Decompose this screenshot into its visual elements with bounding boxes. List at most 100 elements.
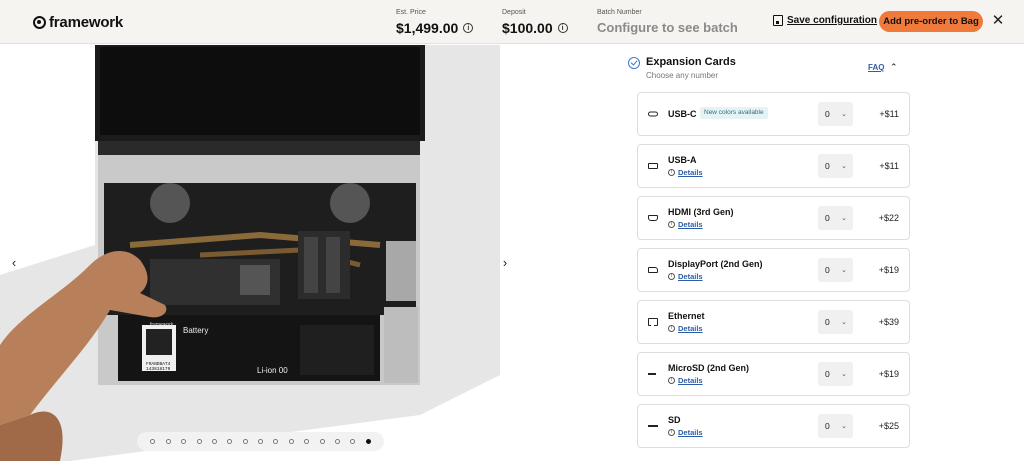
deposit-label: Deposit: [502, 9, 526, 16]
gallery-dot[interactable]: [211, 439, 217, 444]
top-bar: framework Est. Price $1,499.00 i Deposit…: [0, 0, 1024, 44]
gallery-next-arrow-icon[interactable]: ›: [499, 255, 511, 270]
details-link[interactable]: i Details: [668, 220, 703, 229]
details-link[interactable]: i Details: [668, 324, 703, 333]
details-label: Details: [678, 220, 703, 229]
gallery-dot[interactable]: [165, 439, 171, 444]
chevron-down-icon: ⌄: [841, 267, 847, 274]
details-link[interactable]: i Details: [668, 376, 703, 385]
quantity-select[interactable]: 0 ⌄: [818, 102, 853, 126]
card-price: +$19: [878, 265, 899, 275]
est-price-label: Est. Price: [396, 9, 426, 16]
card-price: +$22: [878, 213, 899, 223]
card-price: +$39: [878, 317, 899, 327]
expansion-card-row[interactable]: USB-A i Details 0 ⌄ +$11: [637, 144, 910, 188]
card-price: +$25: [878, 421, 899, 431]
card-name: MicroSD (2nd Gen): [668, 363, 750, 373]
expansion-card-row[interactable]: SD i Details 0 ⌄ +$25: [637, 404, 910, 448]
info-icon: i: [668, 221, 675, 228]
deposit: Deposit $100.00 i: [502, 9, 568, 36]
framework-logo[interactable]: framework: [33, 13, 123, 31]
battery-number-text: 143818170: [146, 366, 171, 372]
quantity-value: 0: [825, 109, 830, 119]
expansion-card-row[interactable]: Ethernet i Details 0 ⌄ +$39: [637, 300, 910, 344]
chevron-down-icon: ⌄: [841, 163, 847, 170]
close-icon[interactable]: ✕: [991, 13, 1005, 28]
check-circle-icon: [628, 57, 640, 69]
microsd-icon: [648, 373, 656, 375]
gallery-dot[interactable]: [350, 439, 356, 444]
quantity-value: 0: [825, 161, 830, 171]
gallery-dot[interactable]: [334, 439, 340, 444]
save-configuration-button[interactable]: Save configuration: [773, 15, 877, 26]
quantity-value: 0: [825, 317, 830, 327]
gallery-dot[interactable]: [258, 439, 263, 444]
quantity-value: 0: [825, 369, 830, 379]
card-name: Ethernet: [668, 311, 705, 321]
info-icon: i: [668, 325, 675, 332]
details-label: Details: [678, 428, 703, 437]
details-label: Details: [678, 272, 703, 281]
card-name: USB-C: [668, 109, 697, 119]
hdmi-icon: [648, 215, 658, 221]
details-label: Details: [678, 168, 703, 177]
info-icon: i: [668, 377, 675, 384]
gallery-dot[interactable]: [319, 439, 325, 444]
gallery-prev-arrow-icon[interactable]: ‹: [8, 255, 20, 270]
details-link[interactable]: i Details: [668, 428, 703, 437]
gallery-dot[interactable]: [181, 439, 187, 444]
gallery-dot[interactable]: [273, 439, 279, 444]
est-price-info-icon[interactable]: i: [463, 23, 474, 33]
gallery-dot[interactable]: [242, 439, 248, 444]
est-price-value: $1,499.00: [396, 20, 459, 36]
quantity-select[interactable]: 0 ⌄: [818, 258, 853, 282]
details-link[interactable]: i Details: [668, 168, 703, 177]
chevron-up-icon[interactable]: ⌃: [890, 62, 898, 73]
batch-number: Batch Number Configure to see batch: [597, 9, 738, 35]
ethernet-icon: [648, 318, 658, 326]
expansion-card-row[interactable]: DisplayPort (2nd Gen) i Details 0 ⌄ +$19: [637, 248, 910, 292]
card-name: DisplayPort (2nd Gen): [668, 259, 763, 269]
gallery-dot[interactable]: [196, 439, 202, 444]
chevron-down-icon: ⌄: [841, 371, 847, 378]
card-price: +$11: [879, 109, 899, 119]
expansion-card-row[interactable]: USB-C New colors available 0 ⌄ +$11: [637, 92, 910, 136]
card-price: +$11: [879, 161, 899, 171]
quantity-select[interactable]: 0 ⌄: [818, 154, 853, 178]
quantity-select[interactable]: 0 ⌄: [818, 414, 853, 438]
deposit-value: $100.00: [502, 20, 553, 36]
chevron-down-icon: ⌄: [841, 423, 847, 430]
quantity-select[interactable]: 0 ⌄: [818, 362, 853, 386]
deposit-info-icon[interactable]: i: [557, 23, 568, 33]
chevron-down-icon: ⌄: [841, 319, 847, 326]
gallery-dot[interactable]: [288, 439, 294, 444]
gallery-dot[interactable]: [150, 439, 156, 444]
battery-label-text: Battery: [183, 326, 208, 335]
gallery-dot[interactable]: [365, 439, 371, 444]
details-label: Details: [678, 376, 703, 385]
add-pre-order-button[interactable]: Add pre-order to Bag: [879, 11, 983, 32]
batch-value: Configure to see batch: [597, 20, 738, 35]
info-icon: i: [668, 273, 675, 280]
usb-a-icon: [648, 163, 658, 169]
section-title: Expansion Cards: [646, 56, 736, 68]
details-link[interactable]: i Details: [668, 272, 703, 281]
expansion-cards-header: Expansion Cards Choose any number FAQ ⌃: [628, 56, 910, 86]
expansion-card-row[interactable]: HDMI (3rd Gen) i Details 0 ⌄ +$22: [637, 196, 910, 240]
quantity-select[interactable]: 0 ⌄: [818, 206, 853, 230]
quantity-value: 0: [825, 213, 830, 223]
est-price: Est. Price $1,499.00 i: [396, 9, 474, 36]
sd-icon: [648, 425, 658, 427]
new-colors-badge: New colors available: [700, 107, 768, 119]
gallery-dot[interactable]: [227, 439, 233, 444]
card-name: USB-A: [668, 155, 697, 165]
chevron-down-icon: ⌄: [841, 111, 847, 118]
usb-c-icon: [648, 111, 658, 117]
gallery-dot[interactable]: [304, 439, 310, 444]
info-icon: i: [668, 429, 675, 436]
card-price: +$19: [878, 369, 899, 379]
quantity-select[interactable]: 0 ⌄: [818, 310, 853, 334]
faq-link[interactable]: FAQ: [868, 63, 884, 72]
expansion-card-row[interactable]: MicroSD (2nd Gen) i Details 0 ⌄ +$19: [637, 352, 910, 396]
save-icon: [773, 15, 783, 26]
